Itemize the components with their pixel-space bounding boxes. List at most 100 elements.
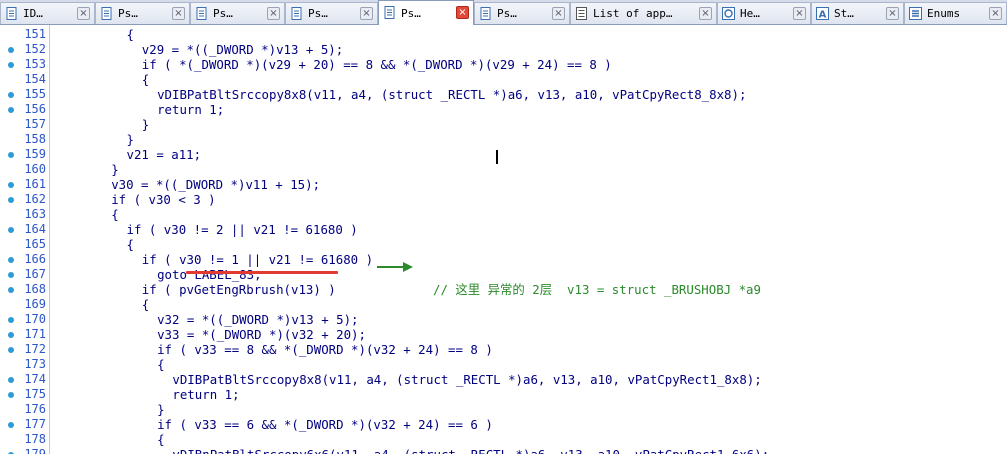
line-number: 165 bbox=[24, 237, 46, 251]
code-line: 165 { bbox=[0, 237, 1007, 252]
code-text: } bbox=[141, 117, 150, 132]
close-icon[interactable]: × bbox=[886, 7, 899, 20]
tab-label: Ps… bbox=[401, 7, 421, 20]
close-icon[interactable]: × bbox=[699, 7, 712, 20]
code-line: 158} bbox=[0, 132, 1007, 147]
code-line: 159 v21 = a11; bbox=[0, 147, 1007, 162]
code-text: vDIBPatBltSrccopy8x8(v11, a4, (struct _R… bbox=[157, 87, 747, 102]
close-icon[interactable]: × bbox=[456, 6, 469, 19]
document-icon bbox=[5, 7, 18, 20]
line-number: 158 bbox=[24, 132, 46, 146]
list-icon bbox=[575, 7, 588, 20]
code-line: 164 if ( v30 != 2 || v21 != 61680 ) bbox=[0, 222, 1007, 237]
tab-label: Ps… bbox=[497, 7, 517, 20]
line-number: 175 bbox=[24, 387, 46, 401]
code-line: 152 v29 = *((_DWORD *)v13 + 5); bbox=[0, 42, 1007, 57]
strings-icon: A bbox=[816, 7, 829, 21]
code-line: 177 if ( v33 == 6 && *(_DWORD *)(v32 + 24… bbox=[0, 417, 1007, 432]
tab-7[interactable]: He… × bbox=[717, 2, 811, 24]
code-line: 167 goto LABEL_83; bbox=[0, 267, 1007, 282]
tab-bar: ID… × Ps… × Ps… × Ps… × Ps… × Ps… × List of app… × He…… bbox=[0, 0, 1007, 25]
code-line: 163 { bbox=[0, 207, 1007, 222]
line-number: 161 bbox=[24, 177, 46, 191]
line-number: 160 bbox=[24, 162, 46, 176]
code-text: v21 = a11; bbox=[126, 147, 202, 162]
close-icon[interactable]: × bbox=[989, 7, 1002, 20]
code-text: v33 = *(_DWORD *)(v32 + 20); bbox=[157, 327, 366, 342]
tab-label: He… bbox=[740, 7, 760, 20]
code-text: if ( pvGetEngRbrush(v13) ) bbox=[141, 282, 336, 297]
code-line: 171 v33 = *(_DWORD *)(v32 + 20); bbox=[0, 327, 1007, 342]
line-number: 152 bbox=[24, 42, 46, 56]
line-number: 172 bbox=[24, 342, 46, 356]
code-text: goto LABEL_83; bbox=[157, 267, 262, 282]
code-text: v32 = *((_DWORD *)v13 + 5); bbox=[157, 312, 359, 327]
line-number: 155 bbox=[24, 87, 46, 101]
line-number: 174 bbox=[24, 372, 46, 386]
tab-8[interactable]: A St… × bbox=[811, 2, 904, 24]
tab-4[interactable]: Ps… × bbox=[378, 0, 474, 25]
line-number: 170 bbox=[24, 312, 46, 326]
code-text: vDIBPatBltSrccopy8x8(v11, a4, (struct _R… bbox=[172, 372, 762, 387]
line-number: 151 bbox=[24, 27, 46, 41]
line-number: 169 bbox=[24, 297, 46, 311]
tab-label: List of app… bbox=[593, 7, 673, 20]
code-text: if ( v33 == 8 && *(_DWORD *)(v32 + 24) =… bbox=[157, 342, 493, 357]
tab-label: Ps… bbox=[118, 7, 138, 20]
line-number: 179 bbox=[24, 447, 46, 454]
line-number: 163 bbox=[24, 207, 46, 221]
code-text: { bbox=[141, 297, 150, 312]
code-text: if ( v30 != 1 || v21 != 61680 ) bbox=[141, 252, 374, 267]
line-number: 166 bbox=[24, 252, 46, 266]
close-icon[interactable]: × bbox=[172, 7, 185, 20]
tab-1[interactable]: Ps… × bbox=[95, 2, 190, 24]
code-text: } bbox=[111, 162, 119, 177]
tab-0[interactable]: ID… × bbox=[0, 2, 95, 24]
close-icon[interactable]: × bbox=[77, 7, 90, 20]
close-icon[interactable]: × bbox=[552, 7, 565, 20]
close-icon[interactable]: × bbox=[793, 7, 806, 20]
pseudocode-view[interactable]: 151 {152 v29 = *((_DWORD *)v13 + 5); 153 if … bbox=[0, 25, 1007, 454]
line-number: 157 bbox=[24, 117, 46, 131]
tab-2[interactable]: Ps… × bbox=[190, 2, 285, 24]
document-icon bbox=[383, 6, 396, 19]
code-text: return 1; bbox=[157, 102, 225, 117]
text-cursor bbox=[496, 150, 498, 164]
line-number: 178 bbox=[24, 432, 46, 446]
tab-3[interactable]: Ps… × bbox=[285, 2, 378, 24]
document-icon bbox=[100, 7, 113, 20]
code-line: 157} bbox=[0, 117, 1007, 132]
code-line: 176} bbox=[0, 402, 1007, 417]
tab-9[interactable]: Enums × bbox=[904, 2, 1007, 24]
line-number: 164 bbox=[24, 222, 46, 236]
close-icon[interactable]: × bbox=[360, 7, 373, 20]
code-line: 166 if ( v30 != 1 || v21 != 61680 ) bbox=[0, 252, 1007, 267]
line-number: 176 bbox=[24, 402, 46, 416]
code-text: { bbox=[126, 27, 134, 42]
line-number: 173 bbox=[24, 357, 46, 371]
document-icon bbox=[290, 7, 303, 20]
tab-label: Enums bbox=[927, 7, 961, 20]
svg-text:A: A bbox=[819, 10, 827, 21]
close-icon[interactable]: × bbox=[267, 7, 280, 20]
code-text: { bbox=[157, 432, 165, 447]
code-line: 155 vDIBPatBltSrccopy8x8(v11, a4, (struct… bbox=[0, 87, 1007, 102]
code-text: if ( v30 < 3 ) bbox=[111, 192, 216, 207]
code-text: if ( v33 == 6 && *(_DWORD *)(v32 + 24) =… bbox=[157, 417, 493, 432]
tab-label: Ps… bbox=[213, 7, 233, 20]
tab-6[interactable]: List of app… × bbox=[570, 2, 717, 24]
code-text: return 1; bbox=[172, 387, 240, 402]
line-number: 159 bbox=[24, 147, 46, 161]
document-icon bbox=[195, 7, 208, 20]
code-text: v30 = *((_DWORD *)v11 + 15); bbox=[111, 177, 321, 192]
tab-5[interactable]: Ps… × bbox=[474, 2, 570, 24]
code-text: if ( v30 != 2 || v21 != 61680 ) bbox=[126, 222, 358, 237]
code-line: 175 return 1; bbox=[0, 387, 1007, 402]
line-number: 168 bbox=[24, 282, 46, 296]
arrow-right-icon bbox=[377, 262, 413, 272]
code-line: 160} bbox=[0, 162, 1007, 177]
document-icon bbox=[479, 7, 492, 20]
line-number: 171 bbox=[24, 327, 46, 341]
code-line: 154 { bbox=[0, 72, 1007, 87]
code-text: { bbox=[111, 207, 119, 222]
